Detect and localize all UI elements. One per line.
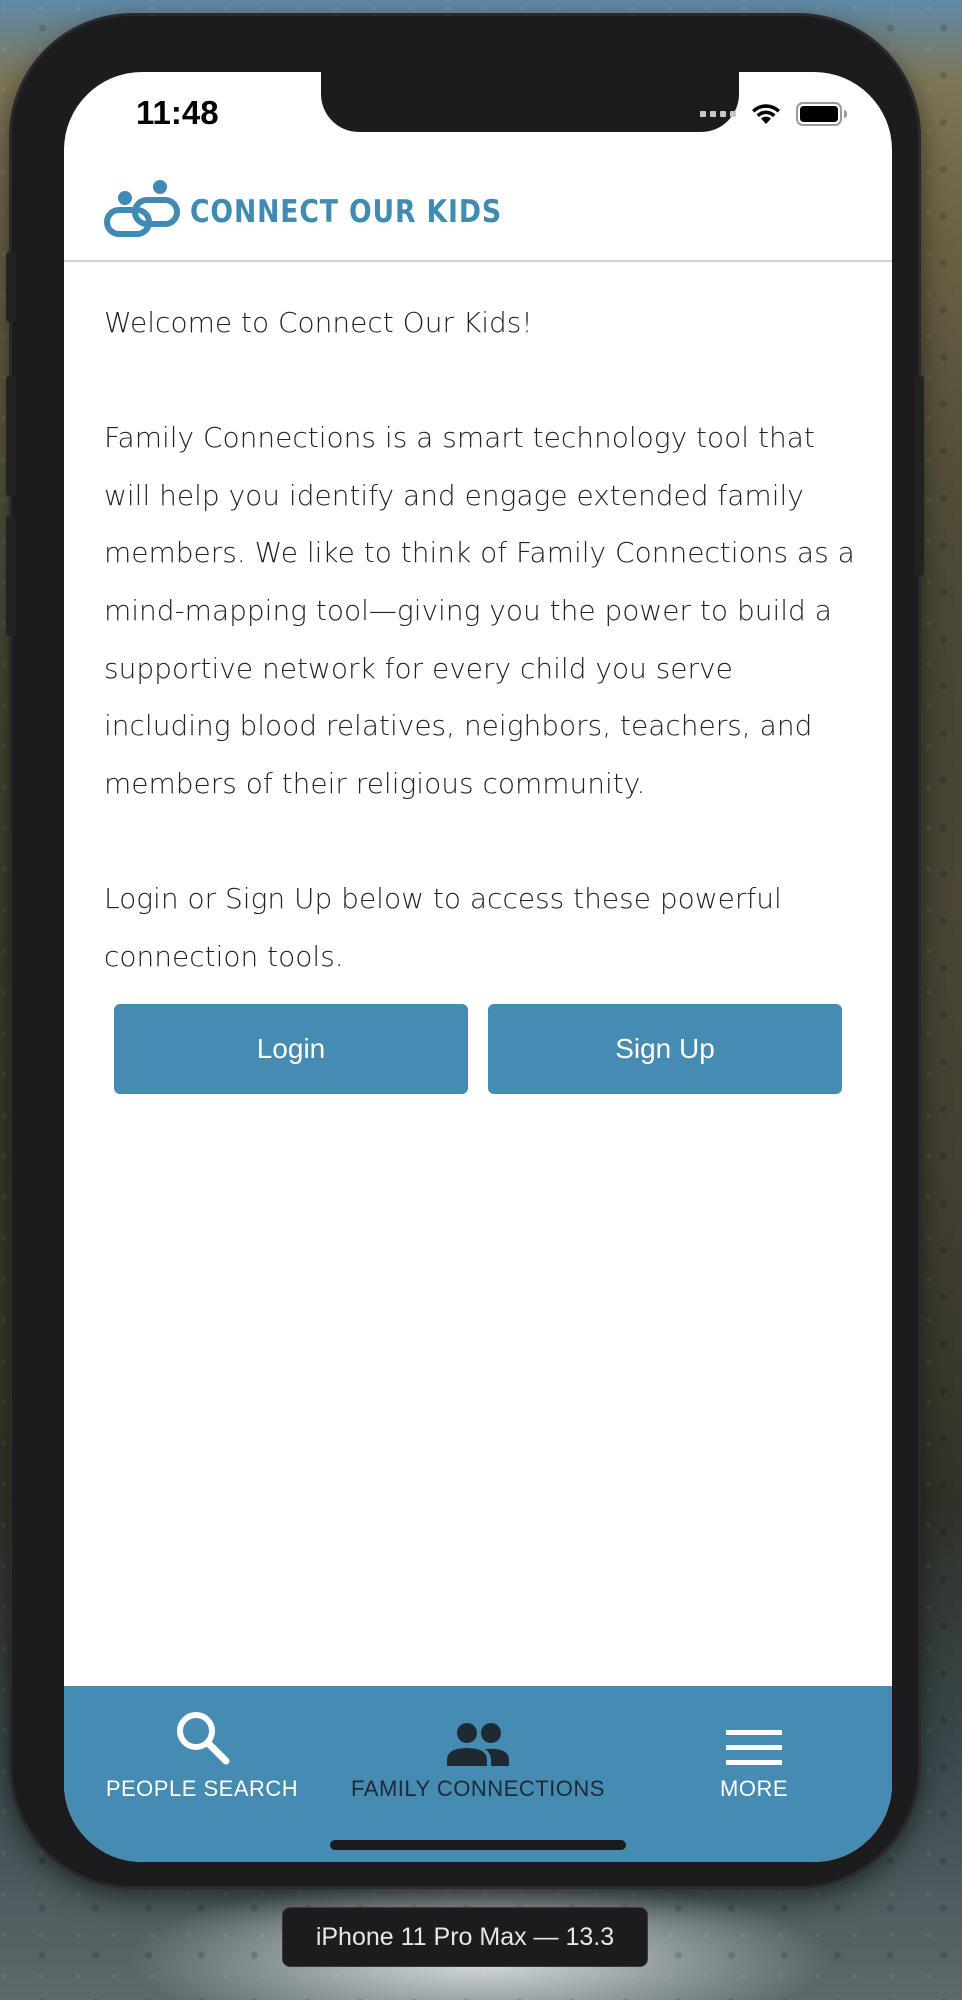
simulator-device-label: iPhone 11 Pro Max — 13.3: [282, 1907, 648, 1967]
volume-down-button: [6, 516, 16, 636]
home-indicator: [330, 1840, 626, 1850]
status-time: 11:48: [136, 94, 219, 131]
silent-switch: [6, 252, 16, 322]
phone-frame: 11:48 CONNECT OUR KIDS Welcome to Connec…: [6, 16, 924, 1886]
status-indicators: [700, 102, 848, 126]
wifi-icon: [752, 104, 780, 124]
auth-buttons: Login Sign Up: [114, 1004, 842, 1094]
tab-label: FAMILY CONNECTIONS: [351, 1776, 605, 1801]
phone-screen: 11:48 CONNECT OUR KIDS Welcome to Connec…: [64, 72, 892, 1862]
menu-icon: [726, 1730, 782, 1765]
notch: [321, 72, 739, 132]
app-header: CONNECT OUR KIDS: [64, 172, 892, 262]
logo-text: CONNECT OUR KIDS: [190, 194, 502, 230]
search-icon: [177, 1712, 230, 1765]
cellular-signal-icon: [700, 111, 736, 117]
welcome-heading: Welcome to Connect Our Kids!: [104, 306, 533, 339]
tab-more[interactable]: MORE: [616, 1686, 892, 1802]
connect-our-kids-logo-icon: [104, 180, 180, 237]
tab-people-search[interactable]: PEOPLE SEARCH: [64, 1686, 340, 1802]
power-button: [914, 376, 924, 576]
tab-family-connections[interactable]: FAMILY CONNECTIONS: [340, 1686, 616, 1802]
volume-up-button: [6, 376, 16, 496]
tab-label: PEOPLE SEARCH: [105, 1776, 299, 1801]
welcome-content: Welcome to Connect Our Kids! Family Conn…: [104, 294, 864, 985]
people-icon: [447, 1723, 509, 1766]
description-text: Family Connections is a smart technology…: [104, 421, 855, 800]
login-button[interactable]: Login: [114, 1004, 468, 1094]
tab-bar: PEOPLE SEARCH FAMILY CONNECTIONS MORE: [64, 1686, 892, 1862]
battery-icon: [796, 102, 847, 126]
tab-label: MORE: [720, 1776, 788, 1801]
login-prompt-text: Login or Sign Up below to access these p…: [104, 881, 782, 973]
signup-button[interactable]: Sign Up: [488, 1004, 842, 1094]
